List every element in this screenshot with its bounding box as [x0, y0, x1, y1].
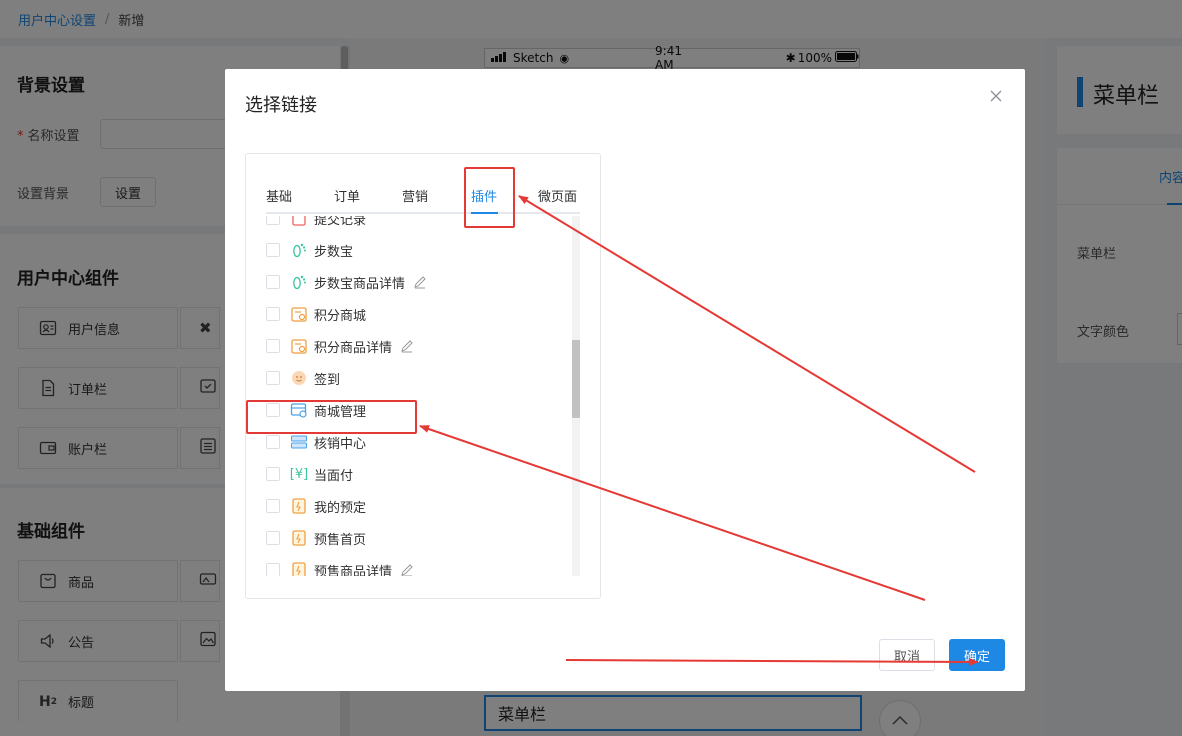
tab-basic[interactable]: 基础 — [266, 186, 292, 205]
list-item-step-product-detail[interactable]: 步数宝商品详情 — [266, 266, 566, 298]
edit-icon[interactable] — [413, 275, 427, 289]
item-label: 预售首页 — [314, 532, 367, 548]
points-mall-icon — [290, 337, 308, 355]
item-label: 步数宝 — [314, 244, 354, 260]
list-scrollbar-thumb[interactable] — [572, 340, 580, 418]
checkbox[interactable] — [266, 467, 280, 481]
list-item-my-reservation[interactable]: 我的预定 — [266, 490, 566, 522]
link-selector: 基础 订单 营销 插件 微页面 提交记录 步数宝 步数宝商品详情 积分商城 积分… — [245, 153, 601, 599]
list-item-presale-product-detail[interactable]: 预售商品详情 — [266, 554, 566, 576]
checkin-icon — [290, 369, 308, 387]
checkbox[interactable] — [266, 435, 280, 449]
record-icon — [290, 216, 308, 227]
item-label: 预售商品详情 — [314, 564, 393, 577]
tab-micro-page[interactable]: 微页面 — [538, 186, 577, 205]
checkbox[interactable] — [266, 499, 280, 513]
list-item-points-product-detail[interactable]: 积分商品详情 — [266, 330, 566, 362]
link-tabs: 基础 订单 营销 插件 微页面 — [266, 170, 580, 214]
checkbox[interactable] — [266, 307, 280, 321]
checkbox[interactable] — [266, 339, 280, 353]
dialog-title: 选择链接 — [245, 95, 317, 116]
checkbox[interactable] — [266, 216, 280, 225]
list-item-points-mall[interactable]: 积分商城 — [266, 298, 566, 330]
verify-center-icon — [290, 433, 308, 451]
cancel-button[interactable]: 取消 — [879, 639, 935, 671]
item-label: 步数宝商品详情 — [314, 276, 406, 292]
item-label: 当面付 — [314, 468, 354, 484]
highlight-mall-manage-item — [246, 400, 417, 434]
checkbox[interactable] — [266, 275, 280, 289]
highlight-plugin-tab — [464, 167, 515, 228]
checkbox[interactable] — [266, 371, 280, 385]
item-label: 签到 — [314, 372, 341, 388]
edit-icon[interactable] — [400, 339, 414, 353]
footprint-icon — [290, 241, 308, 259]
checkbox[interactable] — [266, 531, 280, 545]
footprint-icon — [290, 273, 308, 291]
item-label: 我的预定 — [314, 500, 367, 516]
select-link-dialog: 选择链接 基础 订单 营销 插件 微页面 提交记录 步数宝 步数宝商品详情 积分… — [225, 69, 1025, 691]
confirm-button[interactable]: 确定 — [949, 639, 1005, 671]
checkbox[interactable] — [266, 243, 280, 257]
reservation-icon — [290, 497, 308, 515]
tab-marketing[interactable]: 营销 — [402, 186, 428, 205]
list-item-presale-home[interactable]: 预售首页 — [266, 522, 566, 554]
close-icon[interactable] — [987, 87, 1005, 105]
edit-icon[interactable] — [400, 563, 414, 576]
list-item-checkin[interactable]: 签到 — [266, 362, 566, 394]
item-label: 积分商城 — [314, 308, 367, 324]
presale-icon — [290, 561, 308, 576]
list-item-face-pay[interactable]: [¥] 当面付 — [266, 458, 566, 490]
item-label: 核销中心 — [314, 436, 367, 452]
points-mall-icon — [290, 305, 308, 323]
presale-icon — [290, 529, 308, 547]
item-label: 提交记录 — [314, 216, 367, 228]
checkbox[interactable] — [266, 563, 280, 576]
list-item-submit-record[interactable]: 提交记录 — [266, 216, 566, 234]
list-scrollbar[interactable] — [572, 216, 580, 576]
list-item-step-treasure[interactable]: 步数宝 — [266, 234, 566, 266]
face-pay-icon: [¥] — [289, 466, 309, 482]
tab-order[interactable]: 订单 — [334, 186, 360, 205]
link-list: 提交记录 步数宝 步数宝商品详情 积分商城 积分商品详情 签到 商城管理 核销中… — [266, 216, 580, 576]
item-label: 积分商品详情 — [314, 340, 393, 356]
